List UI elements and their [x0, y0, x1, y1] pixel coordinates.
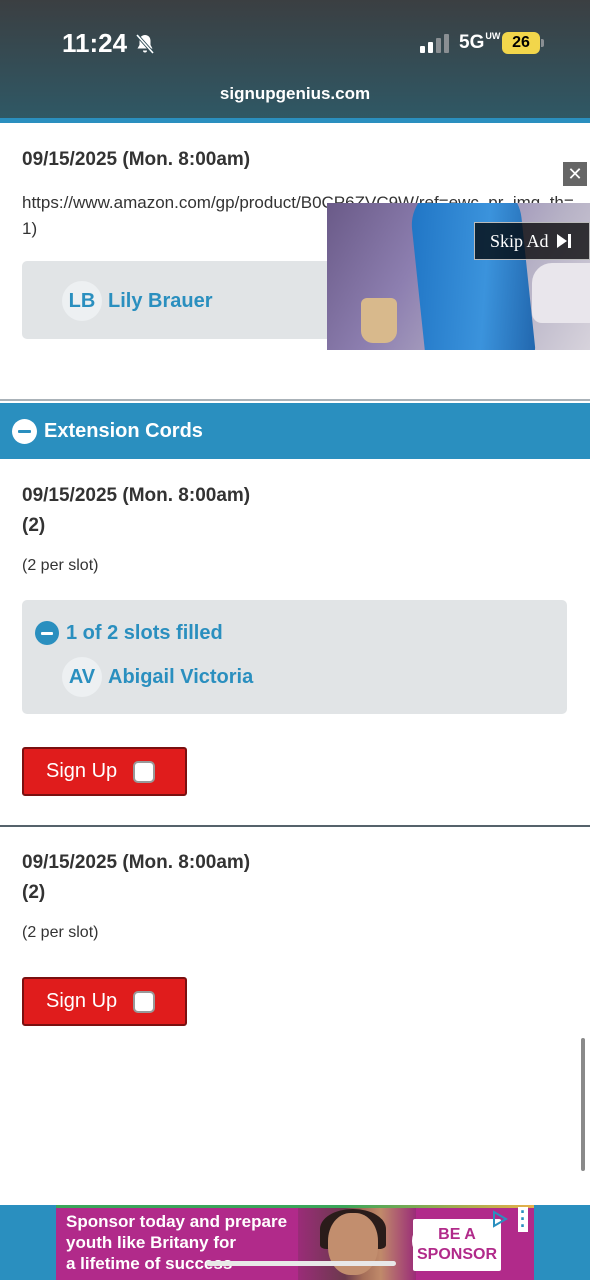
- cta-line-2: SPONSOR: [416, 1246, 497, 1263]
- network-text: 5G: [459, 32, 485, 53]
- slot-capacity: (2 per slot): [22, 924, 99, 941]
- sign-up-checkbox[interactable]: [133, 990, 156, 1013]
- close-ad-button[interactable]: ✕: [563, 162, 587, 186]
- network-indicator: 5GUW: [459, 32, 500, 54]
- volunteer-name: Lily Brauer: [108, 289, 213, 312]
- avatar: LB: [62, 281, 102, 321]
- ad-vase-shape: [361, 298, 397, 343]
- skip-ad-label: Skip Ad: [490, 230, 549, 251]
- volunteer-entry: LB Lily Brauer: [62, 281, 212, 321]
- slot-capacity: (2 per slot): [22, 557, 99, 574]
- avatar: AV: [62, 657, 102, 697]
- ad-chair-shape: [532, 263, 590, 323]
- volunteer-entry: AV Abigail Victoria: [62, 657, 253, 697]
- page-scrollbar[interactable]: [581, 1038, 585, 1171]
- sign-up-button[interactable]: Sign Up: [22, 977, 187, 1026]
- battery-nub: [541, 39, 544, 47]
- sign-up-label: Sign Up: [46, 760, 118, 782]
- battery-icon: 26: [502, 32, 540, 54]
- ad-menu-icon[interactable]: · · ·: [518, 1203, 528, 1235]
- filled-count: 1 of 2 slots filled: [66, 621, 223, 644]
- banner-line-1: Sponsor today and prepare: [66, 1212, 288, 1231]
- slot-count: (2): [22, 515, 46, 536]
- item-date: 09/15/2025 (Mon. 8:00am): [22, 149, 251, 170]
- time-text: 11:24: [62, 28, 128, 58]
- browser-header: 11:24 5GUW 26 signupgenius.com: [0, 0, 590, 118]
- silent-bell-icon: [135, 33, 155, 54]
- section-header[interactable]: Extension Cords: [0, 403, 590, 459]
- banner-top-line: [56, 1205, 534, 1208]
- url-bar[interactable]: signupgenius.com: [0, 84, 590, 104]
- header-stripe: [0, 118, 590, 123]
- sign-up-label: Sign Up: [46, 990, 118, 1012]
- slot-count: (2): [22, 882, 46, 903]
- slot-date: 09/15/2025 (Mon. 8:00am): [22, 485, 251, 506]
- slot-divider: [0, 825, 590, 827]
- filled-slot-box: 1 of 2 slots filled AV Abigail Victoria: [22, 600, 567, 714]
- sponsor-banner-ad[interactable]: Sponsor today and prepare youth like Bri…: [56, 1205, 534, 1280]
- collapse-icon[interactable]: [12, 418, 37, 444]
- sign-up-button[interactable]: Sign Up: [22, 747, 187, 796]
- be-a-sponsor-button[interactable]: BE A SPONSOR: [413, 1219, 501, 1271]
- collapse-icon: [35, 621, 59, 645]
- volunteer-name: Abigail Victoria: [108, 665, 254, 688]
- ad-progress-bar: [206, 1261, 396, 1266]
- slot-date: 09/15/2025 (Mon. 8:00am): [22, 852, 251, 873]
- section-title: Extension Cords: [44, 419, 203, 442]
- skip-forward-icon: [556, 233, 572, 249]
- cta-line-1: BE A: [438, 1226, 476, 1243]
- status-time: 11:24: [62, 28, 157, 59]
- skip-ad-button[interactable]: Skip Ad: [474, 222, 590, 260]
- sign-up-checkbox[interactable]: [133, 760, 156, 783]
- adchoices-icon[interactable]: [491, 1210, 509, 1228]
- battery-level: 26: [512, 34, 530, 51]
- section-divider: [0, 399, 590, 401]
- cell-signal-icon: [420, 34, 449, 53]
- filled-toggle[interactable]: 1 of 2 slots filled: [35, 621, 223, 645]
- banner-line-2: youth like Britany for: [66, 1233, 237, 1252]
- network-sup-text: UW: [485, 31, 501, 41]
